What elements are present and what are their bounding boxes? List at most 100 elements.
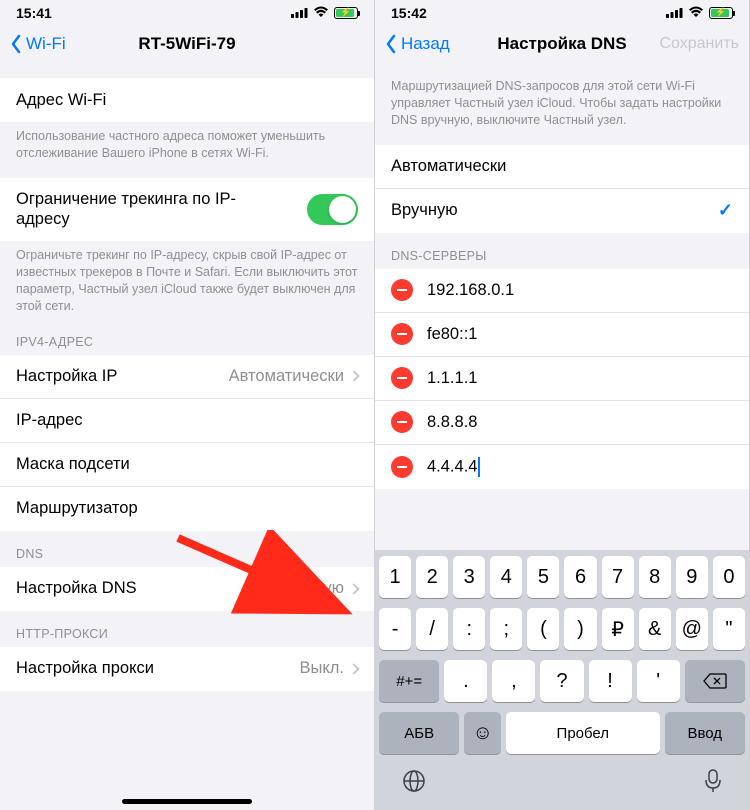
keyboard-key[interactable]: -: [379, 608, 411, 650]
keyboard-key[interactable]: !: [589, 660, 632, 702]
dns-server-value[interactable]: 8.8.8.8: [427, 413, 733, 432]
keyboard-key[interactable]: ): [564, 608, 596, 650]
keyboard-key[interactable]: ₽: [602, 608, 634, 650]
proxy-header: HTTP-ПРОКСИ: [0, 611, 374, 647]
dns-config-cell[interactable]: Настройка DNS Вручную: [0, 567, 374, 611]
dns-server-row[interactable]: fe80::1: [375, 313, 749, 357]
globe-icon[interactable]: [401, 768, 427, 800]
keyboard-key[interactable]: ;: [490, 608, 522, 650]
keyboard-key[interactable]: 9: [676, 556, 708, 598]
dns-server-row[interactable]: 8.8.8.8: [375, 401, 749, 445]
keyboard-key[interactable]: ": [713, 608, 745, 650]
dns-server-value[interactable]: 192.168.0.1: [427, 281, 733, 300]
home-indicator: [122, 799, 252, 804]
back-button[interactable]: Назад: [385, 34, 450, 54]
signal-icon: [666, 5, 683, 21]
keyboard-key[interactable]: /: [416, 608, 448, 650]
keyboard-key[interactable]: :: [453, 608, 485, 650]
content: Адрес Wi-Fi Использование частного адрес…: [0, 66, 374, 810]
proxy-cell[interactable]: Настройка прокси Выкл.: [0, 647, 374, 691]
phone-left: 15:41 ⚡ Wi-Fi RT-5WiFi-79 Адрес Wi-Fi Ис…: [0, 0, 375, 810]
ipv4-header: IPV4-АДРЕС: [0, 319, 374, 355]
keyboard-key[interactable]: 2: [416, 556, 448, 598]
keyboard-key[interactable]: ?: [540, 660, 583, 702]
ip-address-cell[interactable]: IP-адрес: [0, 399, 374, 443]
keyboard-key[interactable]: 8: [639, 556, 671, 598]
keyboard-key[interactable]: ': [637, 660, 680, 702]
mode-auto-cell[interactable]: Автоматически: [375, 145, 749, 189]
ip-address-label: IP-адрес: [16, 411, 83, 430]
dns-config-label: Настройка DNS: [16, 579, 137, 598]
proxy-value: Выкл.: [300, 659, 344, 678]
dns-server-row[interactable]: 192.168.0.1: [375, 269, 749, 313]
delete-icon[interactable]: [391, 323, 413, 345]
keyboard-key[interactable]: 3: [453, 556, 485, 598]
mic-icon[interactable]: [703, 768, 723, 800]
keyboard-key[interactable]: 5: [527, 556, 559, 598]
dns-config-value: Вручную: [277, 579, 344, 598]
dns-server-row[interactable]: 4.4.4.4: [375, 445, 749, 489]
keyboard-key[interactable]: 0: [713, 556, 745, 598]
keyboard-key[interactable]: (: [527, 608, 559, 650]
nav-bar: Wi-Fi RT-5WiFi-79: [0, 22, 374, 66]
emoji-icon: ☺: [473, 722, 493, 745]
keyboard-key[interactable]: 4: [490, 556, 522, 598]
router-label: Маршрутизатор: [16, 499, 138, 518]
chevron-right-icon: [348, 583, 359, 594]
keyboard-abc-key[interactable]: АБВ: [379, 712, 459, 754]
keyboard-key[interactable]: 7: [602, 556, 634, 598]
delete-icon[interactable]: [391, 411, 413, 433]
wifi-address-label: Адрес Wi-Fi: [16, 91, 106, 110]
backspace-icon: [703, 672, 727, 690]
status-icons: ⚡: [291, 5, 358, 21]
dns-header: DNS: [0, 531, 374, 567]
text-cursor: [478, 457, 480, 477]
mode-auto-label: Автоматически: [391, 157, 506, 176]
dns-server-value[interactable]: fe80::1: [427, 325, 733, 344]
keyboard-key[interactable]: 1: [379, 556, 411, 598]
keyboard-mode-key[interactable]: #+=: [379, 660, 439, 702]
wifi-address-hint: Использование частного адреса поможет ум…: [0, 122, 374, 166]
router-cell[interactable]: Маршрутизатор: [0, 487, 374, 531]
proxy-label: Настройка прокси: [16, 659, 154, 678]
keyboard-key[interactable]: @: [676, 608, 708, 650]
space-key[interactable]: Пробел: [506, 712, 660, 754]
dns-server-row[interactable]: 1.1.1.1: [375, 357, 749, 401]
wifi-address-cell[interactable]: Адрес Wi-Fi: [0, 78, 374, 122]
status-bar: 15:41 ⚡: [0, 0, 374, 22]
dns-servers-header: DNS-СЕРВЕРЫ: [375, 233, 749, 269]
delete-icon[interactable]: [391, 279, 413, 301]
tracking-label: Ограничение трекинга по IP-адресу: [16, 189, 256, 230]
status-time: 15:42: [391, 5, 427, 21]
keyboard-key[interactable]: 6: [564, 556, 596, 598]
delete-icon[interactable]: [391, 456, 413, 478]
ip-config-value: Автоматически: [229, 367, 344, 386]
back-button[interactable]: Wi-Fi: [10, 34, 70, 54]
check-icon: ✓: [718, 200, 733, 221]
dns-server-value[interactable]: 1.1.1.1: [427, 369, 733, 388]
keyboard: 1234567890 -/:;()₽&@" #+=.,?!' АБВ ☺ Про…: [375, 550, 749, 810]
save-button[interactable]: Сохранить: [659, 35, 739, 53]
delete-icon[interactable]: [391, 367, 413, 389]
keyboard-key[interactable]: ,: [492, 660, 535, 702]
emoji-key[interactable]: ☺: [464, 712, 501, 754]
back-label: Назад: [401, 34, 450, 54]
backspace-key[interactable]: [685, 660, 745, 702]
subnet-mask-label: Маска подсети: [16, 455, 130, 474]
keyboard-key[interactable]: .: [444, 660, 487, 702]
wifi-icon: [688, 5, 704, 21]
mode-manual-label: Вручную: [391, 201, 458, 220]
chevron-right-icon: [348, 370, 359, 381]
tracking-cell[interactable]: Ограничение трекинга по IP-адресу: [0, 178, 374, 241]
keyboard-key[interactable]: &: [639, 608, 671, 650]
chevron-left-icon: [10, 34, 22, 54]
enter-key[interactable]: Ввод: [665, 712, 745, 754]
mode-manual-cell[interactable]: Вручную ✓: [375, 189, 749, 233]
tracking-toggle[interactable]: [307, 194, 358, 225]
battery-icon: ⚡: [334, 7, 358, 19]
dns-server-value[interactable]: 4.4.4.4: [427, 457, 733, 477]
dns-hint: Маршрутизацией DNS-запросов для этой сет…: [375, 66, 749, 133]
battery-icon: ⚡: [709, 7, 733, 19]
ip-config-cell[interactable]: Настройка IP Автоматически: [0, 355, 374, 399]
subnet-mask-cell[interactable]: Маска подсети: [0, 443, 374, 487]
